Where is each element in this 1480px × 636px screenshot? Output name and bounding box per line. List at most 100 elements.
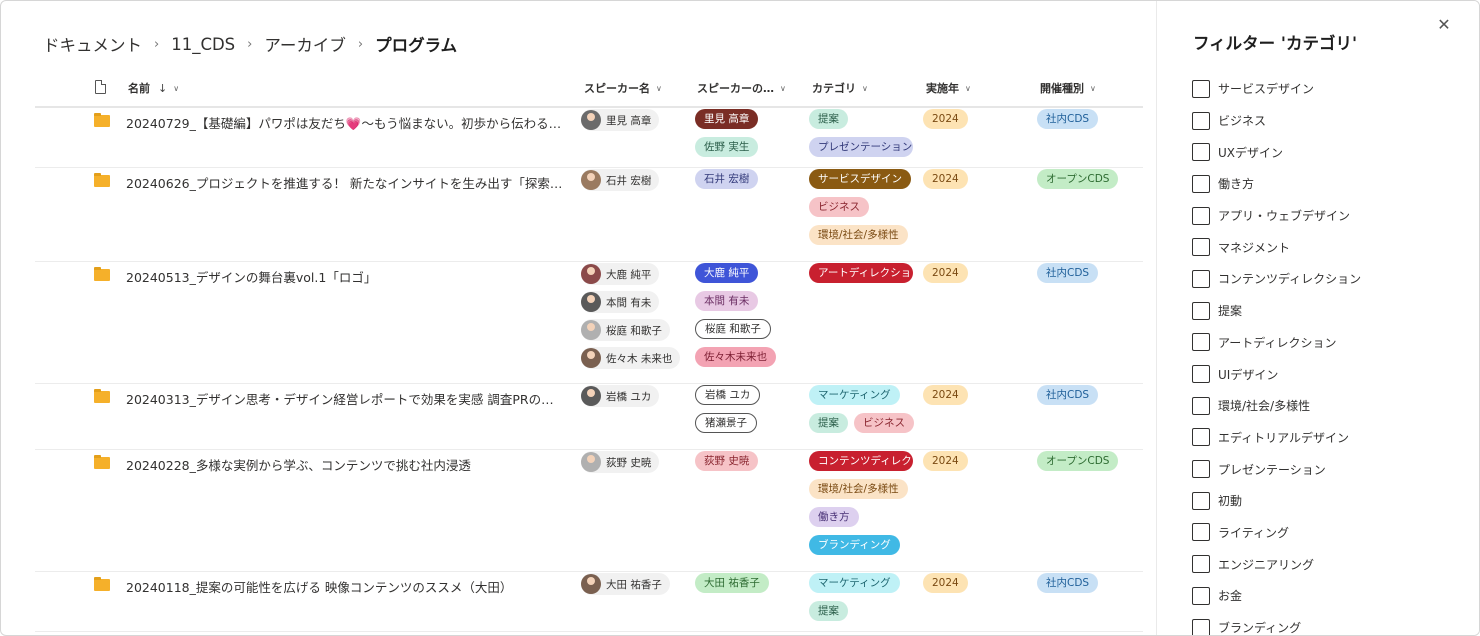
column-header-name[interactable]: 名前 ↓ ∨ bbox=[128, 80, 179, 96]
filter-option[interactable]: エンジニアリング bbox=[1192, 548, 1361, 580]
file-name[interactable]: 20240729_【基礎編】パワポは友だち💗〜もう悩まない。初歩から伝わる資料作… bbox=[126, 113, 566, 132]
year-tag[interactable]: 2024 bbox=[923, 109, 968, 129]
speaker-tag[interactable]: 桜庭 和歌子 bbox=[695, 319, 771, 339]
category-tag[interactable]: サービスデザイン bbox=[809, 169, 911, 189]
speaker-persona[interactable]: 大鹿 純平 bbox=[581, 263, 660, 285]
speaker-persona[interactable]: 佐々木 未来也 bbox=[581, 347, 681, 369]
speaker-persona[interactable]: 荻野 史暁 bbox=[581, 451, 660, 473]
checkbox[interactable] bbox=[1192, 333, 1210, 352]
speaker-tag[interactable]: 大鹿 純平 bbox=[695, 263, 759, 283]
checkbox[interactable] bbox=[1192, 269, 1210, 288]
breadcrumb-item-archive[interactable]: アーカイブ bbox=[264, 32, 346, 56]
file-name[interactable]: 20240513_デザインの舞台裏vol.1「ロゴ」 bbox=[126, 267, 566, 286]
speaker-tag[interactable]: 石井 宏樹 bbox=[695, 169, 759, 189]
filter-option[interactable]: プレゼンテーション bbox=[1192, 453, 1361, 485]
type-tag[interactable]: 社内CDS bbox=[1037, 109, 1099, 129]
category-tag[interactable]: マーケティング bbox=[809, 573, 900, 593]
column-header-year[interactable]: 実施年 ∨ bbox=[926, 80, 971, 96]
filter-option[interactable]: ブランディング bbox=[1192, 612, 1361, 635]
filter-option[interactable]: ビジネス bbox=[1192, 105, 1361, 137]
filter-option[interactable]: お金 bbox=[1192, 580, 1361, 612]
filter-option[interactable]: コンテンツディレクション bbox=[1192, 263, 1361, 295]
speaker-persona[interactable]: 本間 有未 bbox=[581, 291, 660, 313]
column-header-speaker[interactable]: スピーカー名 ∨ bbox=[584, 80, 662, 96]
category-tag[interactable]: 提案 bbox=[809, 413, 848, 433]
close-icon[interactable]: ✕ bbox=[1433, 14, 1455, 36]
type-tag[interactable]: 社内CDS bbox=[1037, 385, 1099, 405]
checkbox[interactable] bbox=[1192, 491, 1210, 510]
year-tag[interactable]: 2024 bbox=[923, 263, 968, 283]
file-icon[interactable] bbox=[95, 80, 106, 94]
category-tag[interactable]: プレゼンテーション bbox=[809, 137, 913, 157]
category-tag[interactable]: 環境/社会/多様性 bbox=[809, 479, 908, 499]
column-header-type[interactable]: 開催種別 ∨ bbox=[1040, 80, 1096, 96]
checkbox[interactable] bbox=[1192, 555, 1210, 574]
category-tag[interactable]: 環境/社会/多様性 bbox=[809, 225, 908, 245]
speaker-tag[interactable]: 佐々木未来也 bbox=[695, 347, 776, 367]
checkbox[interactable] bbox=[1192, 460, 1210, 479]
filter-option[interactable]: サービスデザイン bbox=[1192, 73, 1361, 105]
category-tag[interactable]: ビジネス bbox=[809, 197, 869, 217]
table-row[interactable]: 20240729_【基礎編】パワポは友だち💗〜もう悩まない。初歩から伝わる資料作… bbox=[35, 108, 1143, 168]
table-row[interactable]: 20240228_多様な実例から学ぶ、コンテンツで挑む社内浸透 荻野 史暁 荻野 史… bbox=[35, 450, 1143, 572]
filter-option[interactable]: アートディレクション bbox=[1192, 327, 1361, 359]
category-tag[interactable]: アートディレクション bbox=[809, 263, 913, 283]
checkbox[interactable] bbox=[1192, 618, 1210, 635]
speaker-persona[interactable]: 里見 高章 bbox=[581, 109, 660, 131]
category-tag[interactable]: コンテンツディレクション bbox=[809, 451, 913, 471]
column-header-speaker2[interactable]: スピーカーの… ∨ bbox=[697, 80, 786, 96]
checkbox[interactable] bbox=[1192, 523, 1210, 542]
speaker-tag[interactable]: 本間 有未 bbox=[695, 291, 759, 311]
speaker-persona[interactable]: 石井 宏樹 bbox=[581, 169, 660, 191]
checkbox[interactable] bbox=[1192, 586, 1210, 605]
speaker-tag[interactable]: 里見 高章 bbox=[695, 109, 759, 129]
speaker-tag[interactable]: 荻野 史暁 bbox=[695, 451, 759, 471]
checkbox[interactable] bbox=[1192, 365, 1210, 384]
breadcrumb-item-cds[interactable]: 11_CDS bbox=[171, 35, 235, 54]
checkbox[interactable] bbox=[1192, 111, 1210, 130]
speaker-persona[interactable]: 桜庭 和歌子 bbox=[581, 319, 670, 341]
filter-option[interactable]: 初動 bbox=[1192, 485, 1361, 517]
filter-option[interactable]: 働き方 bbox=[1192, 168, 1361, 200]
category-tag[interactable]: 提案 bbox=[809, 601, 848, 621]
filter-option[interactable]: 提案 bbox=[1192, 295, 1361, 327]
checkbox[interactable] bbox=[1192, 143, 1210, 162]
file-name[interactable]: 20240626_プロジェクトを推進する！ 新たなインサイトを生み出す「探索型リ… bbox=[126, 173, 566, 192]
file-name[interactable]: 20240118_提案の可能性を広げる 映像コンテンツのススメ（大田） bbox=[126, 577, 566, 596]
filter-option[interactable]: UXデザイン bbox=[1192, 136, 1361, 168]
column-header-category[interactable]: カテゴリ ∨ bbox=[812, 80, 868, 96]
year-tag[interactable]: 2024 bbox=[923, 169, 968, 189]
year-tag[interactable]: 2024 bbox=[923, 573, 968, 593]
year-tag[interactable]: 2024 bbox=[923, 451, 968, 471]
speaker-tag[interactable]: 大田 祐香子 bbox=[695, 573, 769, 593]
type-tag[interactable]: オープンCDS bbox=[1037, 169, 1119, 189]
category-tag[interactable]: マーケティング bbox=[809, 385, 900, 405]
file-name[interactable]: 20240313_デザイン思考・デザイン経営レポートで効果を実感 調査PRの可能… bbox=[126, 389, 566, 408]
type-tag[interactable]: オープンCDS bbox=[1037, 451, 1119, 471]
table-row[interactable]: 20240626_プロジェクトを推進する！ 新たなインサイトを生み出す「探索型リ… bbox=[35, 168, 1143, 262]
year-tag[interactable]: 2024 bbox=[923, 385, 968, 405]
filter-option[interactable]: UIデザイン bbox=[1192, 358, 1361, 390]
filter-option[interactable]: アプリ・ウェブデザイン bbox=[1192, 200, 1361, 232]
table-row[interactable]: 20240513_デザインの舞台裏vol.1「ロゴ」 大鹿 純平 本間 有未 桜庭 和… bbox=[35, 262, 1143, 384]
type-tag[interactable]: 社内CDS bbox=[1037, 263, 1099, 283]
table-row[interactable]: 20240313_デザイン思考・デザイン経営レポートで効果を実感 調査PRの可能… bbox=[35, 384, 1143, 450]
checkbox[interactable] bbox=[1192, 174, 1210, 193]
filter-option[interactable]: エディトリアルデザイン bbox=[1192, 422, 1361, 454]
category-tag[interactable]: ビジネス bbox=[854, 413, 914, 433]
category-tag[interactable]: ブランディング bbox=[809, 535, 900, 555]
category-tag[interactable]: 働き方 bbox=[809, 507, 859, 527]
table-row[interactable]: 20240118_提案の可能性を広げる 映像コンテンツのススメ（大田） 大田 祐香… bbox=[35, 572, 1143, 632]
filter-option[interactable]: マネジメント bbox=[1192, 231, 1361, 263]
breadcrumb-item-documents[interactable]: ドキュメント bbox=[43, 32, 142, 56]
checkbox[interactable] bbox=[1192, 79, 1210, 98]
checkbox[interactable] bbox=[1192, 206, 1210, 225]
filter-option[interactable]: ライティング bbox=[1192, 517, 1361, 549]
checkbox[interactable] bbox=[1192, 428, 1210, 447]
speaker-tag[interactable]: 佐野 実生 bbox=[695, 137, 759, 157]
checkbox[interactable] bbox=[1192, 396, 1210, 415]
speaker-persona[interactable]: 岩橋 ユカ bbox=[581, 385, 660, 407]
checkbox[interactable] bbox=[1192, 238, 1210, 257]
speaker-persona[interactable]: 大田 祐香子 bbox=[581, 573, 670, 595]
speaker-tag[interactable]: 猪瀬景子 bbox=[695, 413, 757, 433]
